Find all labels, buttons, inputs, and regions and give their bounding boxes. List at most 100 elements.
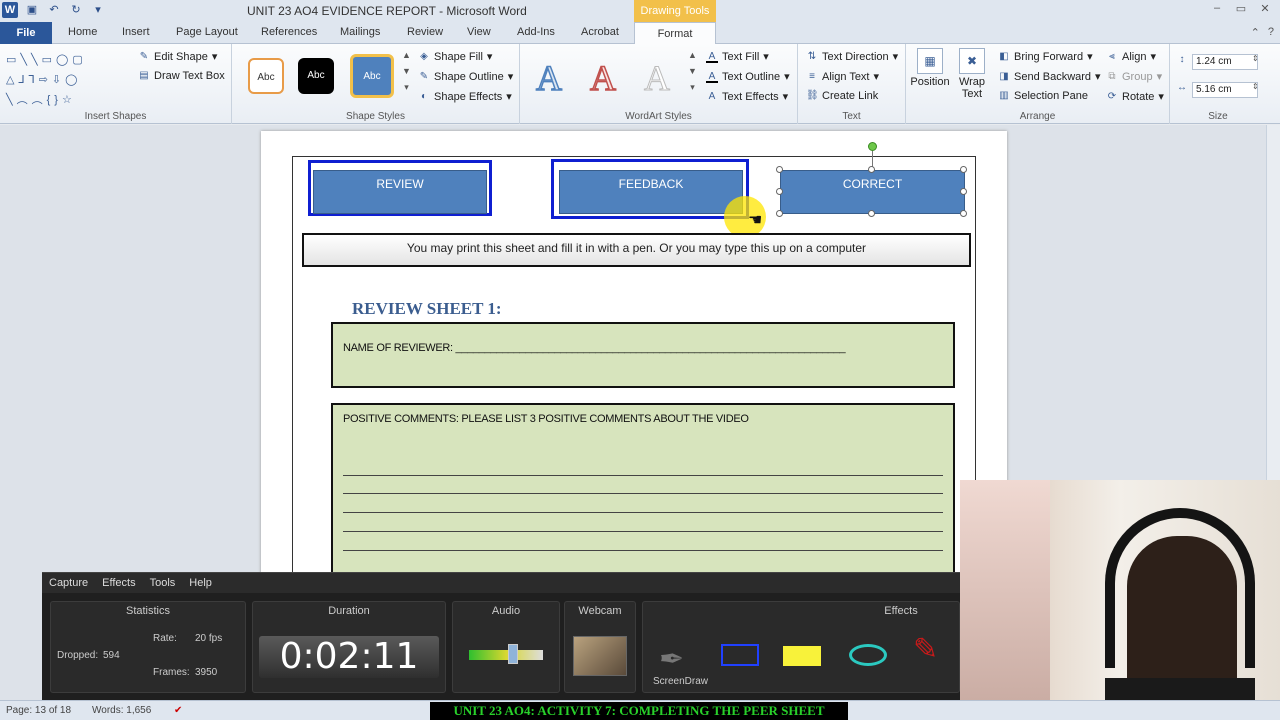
- text-direction-button[interactable]: ⇅ Text Direction ▾: [806, 50, 898, 64]
- chevron-down-icon: ▾: [507, 71, 514, 83]
- word-count[interactable]: Words: 1,656: [92, 705, 151, 716]
- word-logo-icon[interactable]: W: [2, 2, 18, 18]
- more-icon[interactable]: ▾: [404, 82, 409, 93]
- height-spinner-icon[interactable]: ⇕: [1252, 54, 1259, 63]
- maximize-button[interactable]: ▭: [1232, 2, 1250, 16]
- resize-handle[interactable]: [776, 210, 783, 217]
- rotation-handle[interactable]: [868, 142, 877, 151]
- review-nav-button[interactable]: REVIEW: [313, 170, 487, 214]
- tab-references[interactable]: References: [261, 26, 317, 38]
- draw-text-box-button[interactable]: ▤ Draw Text Box: [138, 70, 224, 82]
- align-text-button[interactable]: ≡ Align Text ▾: [806, 70, 879, 84]
- menu-help[interactable]: Help: [189, 577, 212, 589]
- collapse-ribbon-icon[interactable]: ⌃: [1251, 26, 1260, 39]
- tab-acrobat[interactable]: Acrobat: [581, 26, 619, 38]
- scroll-down-icon[interactable]: ▼: [688, 66, 697, 76]
- save-icon[interactable]: ▣: [24, 2, 40, 18]
- tab-format[interactable]: Format: [634, 22, 716, 45]
- undo-icon[interactable]: ↶: [46, 2, 62, 18]
- align-icon: ⫷: [1109, 50, 1115, 62]
- shape-fill-button[interactable]: ◈ Shape Fill ▾: [418, 50, 492, 64]
- resize-handle[interactable]: [868, 210, 875, 217]
- rotate-button[interactable]: ⟳ Rotate ▾: [1106, 90, 1164, 104]
- shape-styles-scroll[interactable]: ▲ ▼ ▾: [402, 50, 411, 93]
- text-fill-button[interactable]: A Text Fill ▾: [706, 50, 769, 63]
- resize-handle[interactable]: [960, 210, 967, 217]
- width-spinner-icon[interactable]: ⇕: [1252, 82, 1259, 91]
- bring-forward-button[interactable]: ◧ Bring Forward ▾: [998, 50, 1092, 64]
- tab-home[interactable]: Home: [68, 26, 97, 38]
- tab-review[interactable]: Review: [407, 26, 443, 38]
- rate-label: Rate:: [153, 633, 177, 644]
- more-icon[interactable]: ▾: [690, 82, 695, 93]
- close-button[interactable]: ✕: [1256, 2, 1274, 16]
- tab-mailings[interactable]: Mailings: [340, 26, 380, 38]
- edit-shape-button[interactable]: ✎ Edit Shape ▾: [138, 50, 218, 64]
- text-direction-label: Text Direction: [822, 50, 889, 63]
- tab-add-ins[interactable]: Add-Ins: [517, 26, 555, 38]
- resize-handle[interactable]: [868, 166, 875, 173]
- duration-panel: Duration 0:02:11: [252, 601, 446, 693]
- text-outline-button[interactable]: A Text Outline ▾: [706, 70, 790, 83]
- screen-recorder-panel: Capture Effects Tools Help Statistics Dr…: [42, 572, 960, 700]
- text-effects-button[interactable]: A Text Effects ▾: [706, 90, 789, 104]
- frames-label: Frames:: [153, 667, 190, 678]
- align-button[interactable]: ⫷ Align ▾: [1106, 50, 1156, 64]
- shape-style-swatch[interactable]: Abc: [298, 58, 334, 94]
- resize-handle[interactable]: [776, 166, 783, 173]
- tab-file[interactable]: File: [0, 22, 52, 44]
- resize-handle[interactable]: [776, 188, 783, 195]
- pen-icon[interactable]: ✒: [659, 642, 684, 677]
- scroll-down-icon[interactable]: ▼: [402, 66, 411, 76]
- help-icon[interactable]: ?: [1268, 26, 1274, 39]
- selection-pane-button[interactable]: ▥ Selection Pane: [998, 90, 1088, 102]
- tab-view[interactable]: View: [467, 26, 491, 38]
- group-label: Text: [842, 111, 861, 122]
- wordart-scroll[interactable]: ▲ ▼ ▾: [688, 50, 697, 93]
- red-pen-icon[interactable]: ✎: [913, 632, 938, 667]
- group-label: Size: [1208, 111, 1228, 122]
- shapes-gallery[interactable]: ▭╲╲▭◯▢ △⅃⅂⇨⇩◯ ╲︵︵{}☆: [6, 50, 124, 110]
- positive-comments-label: POSITIVE COMMENTS: PLEASE LIST 3 POSITIV…: [343, 413, 749, 425]
- proofing-icon[interactable]: ✔: [174, 705, 182, 716]
- edit-shape-label: Edit Shape: [154, 50, 208, 63]
- screendraw-label[interactable]: ScreenDraw: [653, 676, 708, 687]
- menu-capture[interactable]: Capture: [49, 577, 88, 589]
- positive-comments-box[interactable]: POSITIVE COMMENTS: PLEASE LIST 3 POSITIV…: [331, 403, 955, 578]
- shape-style-swatch[interactable]: Abc: [248, 58, 284, 94]
- rotation-line: [872, 151, 873, 167]
- redo-icon[interactable]: ↻: [68, 2, 84, 18]
- tab-page-layout[interactable]: Page Layout: [176, 26, 238, 38]
- customize-qat-icon[interactable]: ▾: [90, 2, 106, 18]
- wordart-style[interactable]: A: [535, 57, 563, 99]
- correct-nav-button[interactable]: CORRECT: [780, 170, 965, 214]
- webcam-thumbnail[interactable]: [573, 636, 627, 676]
- tab-insert[interactable]: Insert: [122, 26, 150, 38]
- wordart-style[interactable]: A: [589, 57, 617, 99]
- shape-style-swatch-selected[interactable]: Abc: [350, 54, 394, 98]
- feedback-nav-button[interactable]: FEEDBACK: [559, 170, 743, 214]
- shape-outline-button[interactable]: ✎ Shape Outline ▾: [418, 70, 514, 84]
- position-button[interactable]: ▦ Position: [910, 48, 950, 88]
- menu-tools[interactable]: Tools: [150, 577, 176, 589]
- wordart-style[interactable]: A: [644, 58, 671, 99]
- scroll-up-icon[interactable]: ▲: [402, 50, 411, 60]
- shape-height-input[interactable]: 1.24 cm: [1192, 54, 1258, 70]
- scroll-up-icon[interactable]: ▲: [688, 50, 697, 60]
- group-button[interactable]: ⧉ Group ▾: [1106, 70, 1162, 84]
- shape-width-input[interactable]: 5.16 cm: [1192, 82, 1258, 98]
- rectangle-tool-icon[interactable]: [721, 644, 759, 666]
- reviewer-name-box[interactable]: NAME OF REVIEWER: ______________________…: [331, 322, 955, 388]
- highlighter-tool-icon[interactable]: [783, 646, 821, 666]
- send-backward-button[interactable]: ◨ Send Backward ▾: [998, 70, 1100, 84]
- page-count[interactable]: Page: 13 of 18: [6, 705, 71, 716]
- create-link-button[interactable]: ⛓ Create Link: [806, 90, 878, 102]
- minimize-button[interactable]: –: [1208, 2, 1226, 16]
- wrap-text-button[interactable]: ✖ Wrap Text: [952, 48, 992, 100]
- ellipse-tool-icon[interactable]: [849, 644, 887, 666]
- shape-effects-button[interactable]: ◐ Shape Effects ▾: [418, 90, 512, 104]
- resize-handle[interactable]: [960, 188, 967, 195]
- resize-handle[interactable]: [960, 166, 967, 173]
- audio-volume-slider[interactable]: [508, 644, 519, 664]
- menu-effects[interactable]: Effects: [102, 577, 135, 589]
